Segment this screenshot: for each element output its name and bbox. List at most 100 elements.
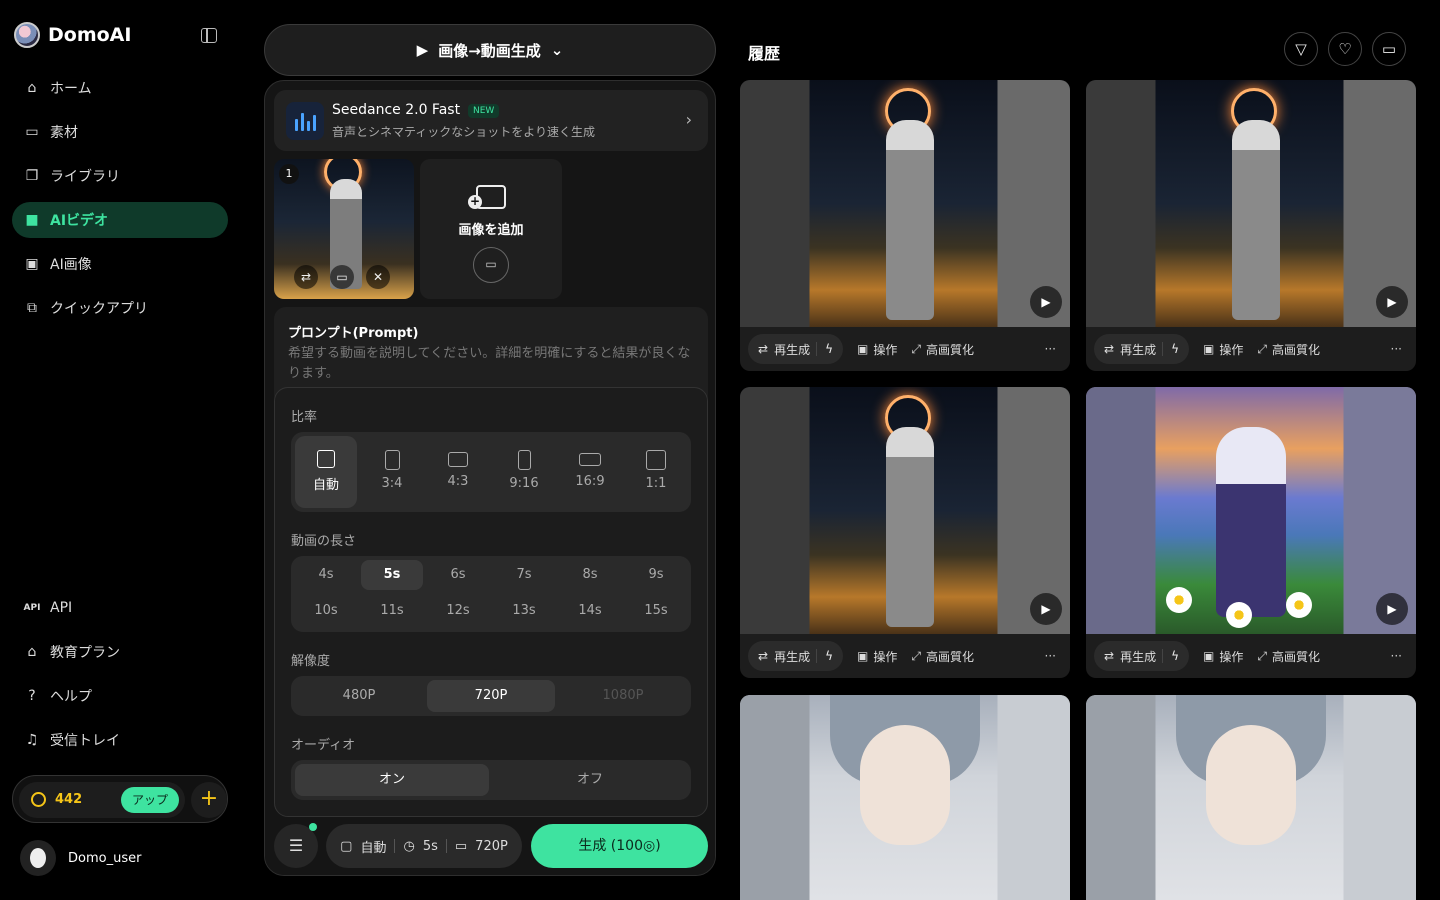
materials-picker-icon[interactable]: ▭ (473, 247, 509, 283)
ratio-option-9-16[interactable]: 9:16 (493, 436, 555, 508)
sidebar-toggle-icon[interactable] (201, 28, 217, 43)
regenerate-button[interactable]: ⇄ 再生成 ϟ (1094, 641, 1189, 671)
trash-icon[interactable]: ✕ (366, 265, 390, 289)
video-thumbnail[interactable] (740, 695, 1070, 900)
more-icon[interactable]: ··· (1391, 342, 1408, 356)
video-thumbnail[interactable]: ▶ (1086, 387, 1416, 634)
history-card[interactable] (740, 695, 1070, 900)
ratio-option-1-1[interactable]: 1:1 (625, 436, 687, 508)
history-card[interactable]: ▶ ⇄ 再生成 ϟ ▣ 操作 ⤢ 高画質化 ··· (740, 80, 1070, 371)
more-icon[interactable]: ··· (1045, 649, 1062, 663)
replace-icon[interactable]: ⇄ (294, 265, 318, 289)
operate-button[interactable]: ▣ 操作 (857, 648, 897, 665)
upscale-button[interactable]: ⤢ 高画質化 (1257, 648, 1320, 665)
image-actions: ⇄ ▭ ✕ (294, 265, 390, 289)
video-thumbnail[interactable]: ▶ (1086, 80, 1416, 327)
length-label: 動画の長さ (291, 534, 357, 549)
regenerate-button[interactable]: ⇄ 再生成 ϟ (748, 641, 843, 671)
user-profile[interactable]: Domo_user (20, 840, 141, 876)
expand-icon: ⤢ (911, 648, 921, 663)
bolt-icon[interactable]: ϟ (816, 649, 833, 663)
history-card[interactable]: ▶ ⇄ 再生成 ϟ ▣ 操作 ⤢ 高画質化 ··· (740, 387, 1070, 678)
upgrade-button[interactable]: アップ (121, 787, 179, 813)
length-option[interactable]: 7s (493, 560, 555, 590)
operate-button[interactable]: ▣ 操作 (1203, 341, 1243, 358)
more-icon[interactable]: ··· (1391, 649, 1408, 663)
app-root: DomoAI ⌂ ホーム ▭ 素材 ❐ ライブラリ ■ AIビデオ ▣ AI画像 (0, 0, 1440, 900)
asset-icon[interactable]: ▭ (330, 265, 354, 289)
thumbnail-flower (1226, 602, 1252, 628)
mode-dropdown[interactable]: ▶ 画像→動画生成 ⌄ (264, 24, 716, 76)
nav-item-help[interactable]: ? ヘルプ (12, 678, 228, 714)
play-icon[interactable]: ▶ (1030, 286, 1062, 318)
regenerate-button[interactable]: ⇄ 再生成 ϟ (1094, 334, 1189, 364)
upscale-label: 高画質化 (1271, 649, 1320, 664)
ratio-option-4-3[interactable]: 4:3 (427, 436, 489, 508)
history-card[interactable]: ▶ ⇄ 再生成 ϟ ▣ 操作 ⤢ 高画質化 ··· (1086, 387, 1416, 678)
upscale-button[interactable]: ⤢ 高画質化 (911, 341, 974, 358)
summary-resolution: 720P (475, 838, 508, 854)
upscale-button[interactable]: ⤢ 高画質化 (911, 648, 974, 665)
play-icon[interactable]: ▶ (1376, 593, 1408, 625)
thumbnail-figure (1216, 427, 1286, 617)
length-option[interactable]: 8s (559, 560, 621, 590)
resolution-option-480p[interactable]: 480P (295, 680, 423, 712)
ratio-option-auto[interactable]: 自動 (295, 436, 357, 508)
length-option[interactable]: 11s (361, 596, 423, 626)
thumbnail-face (1206, 725, 1296, 845)
brand[interactable]: DomoAI (14, 22, 131, 48)
history-card[interactable]: ▶ ⇄ 再生成 ϟ ▣ 操作 ⤢ 高画質化 ··· (1086, 80, 1416, 371)
play-icon[interactable]: ▶ (1376, 286, 1408, 318)
display-icon: ▭ (454, 838, 468, 854)
length-option[interactable]: 14s (559, 596, 621, 626)
length-option[interactable]: 9s (625, 560, 687, 590)
nav-item-materials[interactable]: ▭ 素材 (12, 114, 228, 150)
settings-summary[interactable]: ▢ 自動 ◷ 5s ▭ 720P (326, 824, 522, 868)
heart-icon[interactable]: ♡ (1328, 32, 1362, 66)
add-credits-button[interactable]: + (191, 782, 227, 818)
uploaded-image[interactable]: 1 ⇄ ▭ ✕ (274, 159, 414, 299)
filter-icon[interactable]: ▽ (1284, 32, 1318, 66)
audio-off-option[interactable]: オフ (493, 764, 687, 796)
video-thumbnail[interactable]: ▶ (740, 80, 1070, 327)
more-icon[interactable]: ··· (1045, 342, 1062, 356)
nav-item-inbox[interactable]: ♫ 受信トレイ (12, 722, 228, 758)
operate-button[interactable]: ▣ 操作 (1203, 648, 1243, 665)
play-icon[interactable]: ▶ (1030, 593, 1062, 625)
ratio-option-16-9[interactable]: 16:9 (559, 436, 621, 508)
materials-icon[interactable]: ▭ (1372, 32, 1406, 66)
bolt-icon[interactable]: ϟ (1162, 649, 1179, 663)
ratio-option-3-4[interactable]: 3:4 (361, 436, 423, 508)
length-option[interactable]: 15s (625, 596, 687, 626)
nav-item-library[interactable]: ❐ ライブラリ (12, 158, 228, 194)
video-thumbnail[interactable]: ▶ (740, 387, 1070, 634)
generation-panel: Seedance 2.0 Fast NEW 音声とシネマティックなショットをより… (264, 80, 716, 876)
length-option[interactable]: 6s (427, 560, 489, 590)
resolution-option-720p[interactable]: 720P (427, 680, 555, 712)
nav-item-ai-video[interactable]: ■ AIビデオ (12, 202, 228, 238)
bolt-icon[interactable]: ϟ (816, 342, 833, 356)
add-image-button[interactable]: 画像を追加 ▭ (420, 159, 562, 299)
video-thumbnail[interactable] (1086, 695, 1416, 900)
operate-button[interactable]: ▣ 操作 (857, 341, 897, 358)
length-option[interactable]: 10s (295, 596, 357, 626)
upscale-label: 高画質化 (1271, 342, 1320, 357)
prompt-input[interactable]: 希望する動画を説明してください。詳細を明確にすると結果が良くなります。 (288, 344, 696, 384)
bolt-icon[interactable]: ϟ (1162, 342, 1179, 356)
regenerate-button[interactable]: ⇄ 再生成 ϟ (748, 334, 843, 364)
length-option[interactable]: 4s (295, 560, 357, 590)
length-option[interactable]: 13s (493, 596, 555, 626)
clock-icon: ◷ (403, 838, 415, 854)
history-card[interactable] (1086, 695, 1416, 900)
length-option[interactable]: 12s (427, 596, 489, 626)
model-selector[interactable]: Seedance 2.0 Fast NEW 音声とシネマティックなショットをより… (274, 90, 708, 151)
nav-item-api[interactable]: API API (12, 590, 228, 626)
upscale-button[interactable]: ⤢ 高画質化 (1257, 341, 1320, 358)
nav-item-ai-image[interactable]: ▣ AI画像 (12, 246, 228, 282)
audio-on-option[interactable]: オン (295, 764, 489, 796)
nav-item-home[interactable]: ⌂ ホーム (12, 70, 228, 106)
length-option[interactable]: 5s (361, 560, 423, 590)
nav-item-education[interactable]: ⌂ 教育プラン (12, 634, 228, 670)
generate-button[interactable]: 生成 (100◎) (531, 824, 708, 868)
nav-item-quick-app[interactable]: ⧉ クイックアプリ (12, 290, 228, 326)
